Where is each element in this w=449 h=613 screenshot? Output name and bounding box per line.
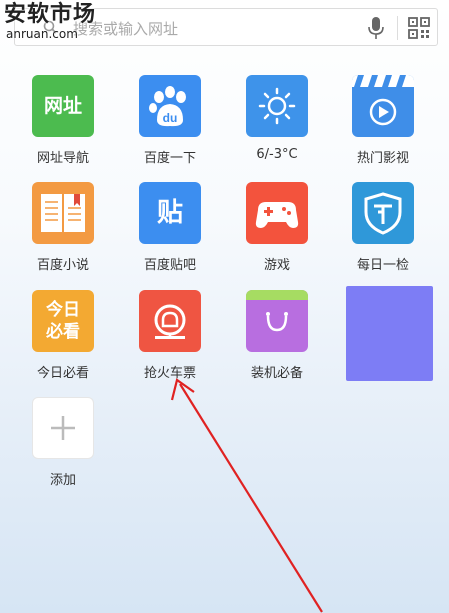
- watermark: 安软市场 anruan.com: [4, 2, 96, 40]
- watermark-title: 安软市场: [4, 2, 97, 27]
- watermark-url: anruan.com: [6, 27, 78, 41]
- annotation-arrow-icon: [170, 378, 323, 613]
